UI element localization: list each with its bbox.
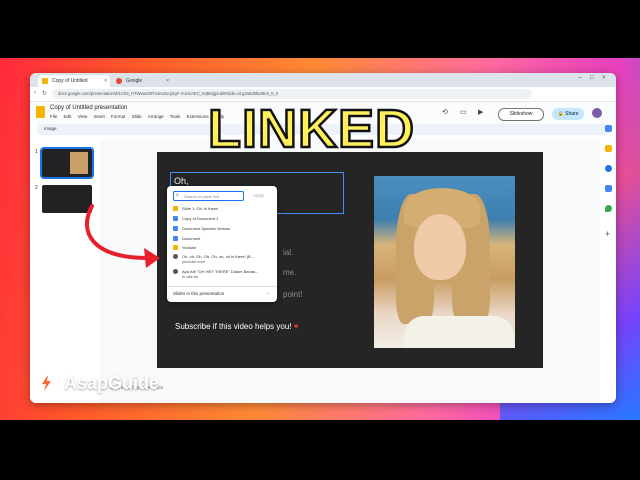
bolt-logo-icon xyxy=(36,372,58,394)
arrow-stroke xyxy=(85,204,150,260)
red-arrow-overlay xyxy=(85,204,160,268)
brand-name: AsapGuide xyxy=(64,373,160,393)
headline-overlay: LINKED xyxy=(207,98,416,161)
arrow-head-icon xyxy=(144,248,160,268)
